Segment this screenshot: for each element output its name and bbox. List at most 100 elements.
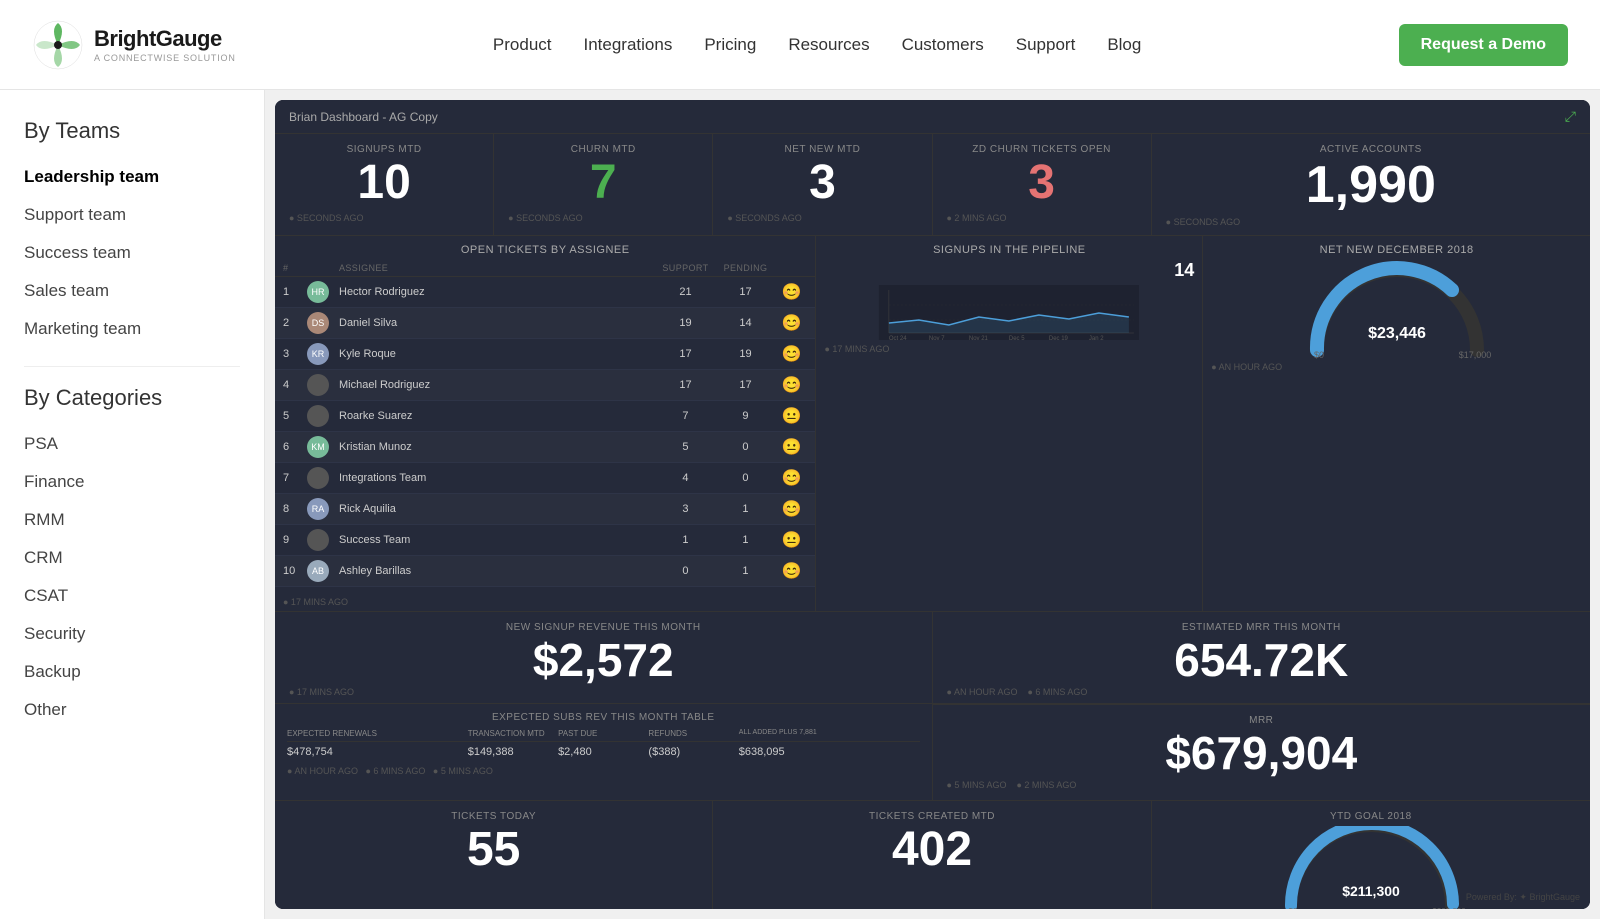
active-accounts-value: 1,990 xyxy=(1166,159,1576,211)
powered-by: Powered By: ✦ BrightGauge xyxy=(1466,892,1580,903)
sidebar-item-security[interactable]: Security xyxy=(24,615,240,653)
sidebar-item-leadership[interactable]: Leadership team xyxy=(24,158,240,196)
net-new-mtd-footer: ● SECONDS AGO xyxy=(727,213,917,223)
nav-product[interactable]: Product xyxy=(493,35,552,55)
avatar: HR xyxy=(307,281,329,303)
table-row: 3KRKyle Roque1719😊 xyxy=(275,339,815,370)
sidebar-item-success[interactable]: Success team xyxy=(24,234,240,272)
pipeline-chart-svg: Oct 24 Nov 7 Nov 21 Dec 5 Dec 19 Jan 2 xyxy=(824,285,1194,340)
svg-text:Jan 2: Jan 2 xyxy=(1089,336,1104,340)
sidebar-item-marketing[interactable]: Marketing team xyxy=(24,310,240,348)
signup-revenue-value: $2,572 xyxy=(289,637,918,683)
net-new-dec-footer: ● AN HOUR AGO xyxy=(1211,362,1582,372)
svg-text:Nov 21: Nov 21 xyxy=(969,336,989,340)
estimated-mrr-footer: ● AN HOUR AGO ● 6 MINS AGO xyxy=(947,687,1577,697)
revenue-row: New Signup Revenue This Month $2,572 ● 1… xyxy=(275,612,1590,704)
table-row: 1HRHector Rodriguez2117😊 xyxy=(275,277,815,308)
open-tickets-title: Open Tickets By Assignee xyxy=(275,236,815,260)
dashboard-title: Brian Dashboard - AG Copy xyxy=(289,110,438,124)
avatar xyxy=(307,405,329,427)
mrr-value: $679,904 xyxy=(947,730,1577,776)
zd-churn-footer: ● 2 MINS AGO xyxy=(947,213,1137,223)
emoji-face: 😐 xyxy=(775,406,807,426)
table-row: 5Roarke Suarez79😐 xyxy=(275,401,815,432)
net-new-mtd-label: Net New MTD xyxy=(727,144,917,155)
ytd-goal-gauge: $211,300 $0 $200,000 xyxy=(1271,826,1471,909)
logo[interactable]: BrightGauge A CONNECTWISE SOLUTION xyxy=(32,19,236,71)
churn-mtd-value: 7 xyxy=(508,159,698,207)
signups-mtd-label: Signups MTD xyxy=(289,144,479,155)
logo-icon xyxy=(32,19,84,71)
table-row: 10ABAshley Barillas01😊 xyxy=(275,556,815,587)
sidebar-item-other[interactable]: Other xyxy=(24,691,240,729)
zd-churn-value: 3 xyxy=(947,159,1137,207)
header: BrightGauge A CONNECTWISE SOLUTION Produ… xyxy=(0,0,1600,90)
table-header: # ASSIGNEE SUPPORT PENDING xyxy=(275,260,815,277)
sidebar-item-csat[interactable]: CSAT xyxy=(24,577,240,615)
table-row: 9Success Team11😐 xyxy=(275,525,815,556)
nav-resources[interactable]: Resources xyxy=(788,35,869,55)
estimated-mrr-card: Estimated MRR This Month 654.72K ● AN HO… xyxy=(933,612,1591,703)
sidebar-item-psa[interactable]: PSA xyxy=(24,425,240,463)
mrr-footer: ● 5 MINS AGO ● 2 MINS AGO xyxy=(947,780,1577,790)
mrr-label: MRR xyxy=(947,715,1577,726)
pipeline-chart: Oct 24 Nov 7 Nov 21 Dec 5 Dec 19 Jan 2 xyxy=(824,285,1194,340)
by-teams-title: By Teams xyxy=(24,118,240,144)
svg-text:$200,000: $200,000 xyxy=(1432,907,1466,909)
emoji-face: 😊 xyxy=(775,282,807,302)
avatar: AB xyxy=(307,560,329,582)
net-new-dec-gauge: $23,446 $0 $17,000 xyxy=(1297,260,1497,360)
emoji-face: 😊 xyxy=(775,344,807,364)
avatar xyxy=(307,529,329,551)
table-row: 8RARick Aquilia31😊 xyxy=(275,494,815,525)
sidebar-item-backup[interactable]: Backup xyxy=(24,653,240,691)
nav-blog[interactable]: Blog xyxy=(1107,35,1141,55)
tickets-table-body: 1HRHector Rodriguez2117😊2DSDaniel Silva1… xyxy=(275,277,815,587)
churn-mtd-footer: ● SECONDS AGO xyxy=(508,213,698,223)
signups-mtd-footer: ● SECONDS AGO xyxy=(289,213,479,223)
emoji-face: 😐 xyxy=(775,530,807,550)
logo-sub: A CONNECTWISE SOLUTION xyxy=(94,53,236,63)
expected-subs-title: Expected Subs Rev This Month Table xyxy=(287,712,920,723)
svg-text:Oct 24: Oct 24 xyxy=(889,336,907,340)
signups-mtd-value: 10 xyxy=(289,159,479,207)
tickets-mtd-card: Tickets Created MTD 402 xyxy=(713,801,1151,909)
signup-revenue-card: New Signup Revenue This Month $2,572 ● 1… xyxy=(275,612,933,703)
pipeline-card: Signups In The Pipeline 14 xyxy=(816,236,1203,611)
table-row: 2DSDaniel Silva1914😊 xyxy=(275,308,815,339)
sidebar-item-crm[interactable]: CRM xyxy=(24,539,240,577)
nav-integrations[interactable]: Integrations xyxy=(584,35,673,55)
active-accounts-footer: ● SECONDS AGO xyxy=(1166,217,1576,227)
avatar: RA xyxy=(307,498,329,520)
sidebar: By Teams Leadership team Support team Su… xyxy=(0,90,265,919)
open-tickets-card: Open Tickets By Assignee # ASSIGNEE SUPP… xyxy=(275,236,816,611)
avatar: DS xyxy=(307,312,329,334)
sidebar-item-finance[interactable]: Finance xyxy=(24,463,240,501)
estimated-mrr-label: Estimated MRR This Month xyxy=(947,622,1577,633)
content-area: Brian Dashboard - AG Copy ⤢ Signups MTD … xyxy=(265,90,1600,919)
main-layout: By Teams Leadership team Support team Su… xyxy=(0,90,1600,919)
subs-mrr-row: Expected Subs Rev This Month Table EXPEC… xyxy=(275,704,1590,801)
avatar xyxy=(307,374,329,396)
sidebar-item-sales[interactable]: Sales team xyxy=(24,272,240,310)
sidebar-item-rmm[interactable]: RMM xyxy=(24,501,240,539)
nav-support[interactable]: Support xyxy=(1016,35,1076,55)
bottom-row: Tickets Today 55 Tickets Created MTD 402… xyxy=(275,801,1590,909)
expand-icon[interactable]: ⤢ xyxy=(1565,108,1576,125)
demo-button[interactable]: Request a Demo xyxy=(1399,24,1568,66)
pipeline-footer: ● 17 MINS AGO xyxy=(824,344,1194,354)
churn-mtd-label: Churn MTD xyxy=(508,144,698,155)
middle-row: Open Tickets By Assignee # ASSIGNEE SUPP… xyxy=(275,236,1590,612)
emoji-face: 😊 xyxy=(775,468,807,488)
ytd-goal-label: YTD Goal 2018 xyxy=(1166,811,1576,822)
avatar: KM xyxy=(307,436,329,458)
nav-pricing[interactable]: Pricing xyxy=(704,35,756,55)
stats-top-row: Signups MTD 10 ● SECONDS AGO Churn MTD 7… xyxy=(275,134,1590,236)
pipeline-title: Signups In The Pipeline xyxy=(824,244,1194,256)
sidebar-divider xyxy=(24,366,240,367)
nav-customers[interactable]: Customers xyxy=(902,35,984,55)
net-new-dec-title: Net New December 2018 xyxy=(1211,244,1582,256)
sidebar-item-support[interactable]: Support team xyxy=(24,196,240,234)
logo-text: BrightGauge xyxy=(94,26,236,52)
expected-subs-data-row: $478,754 $149,388 $2,480 ($388) $638,095 xyxy=(287,742,920,760)
